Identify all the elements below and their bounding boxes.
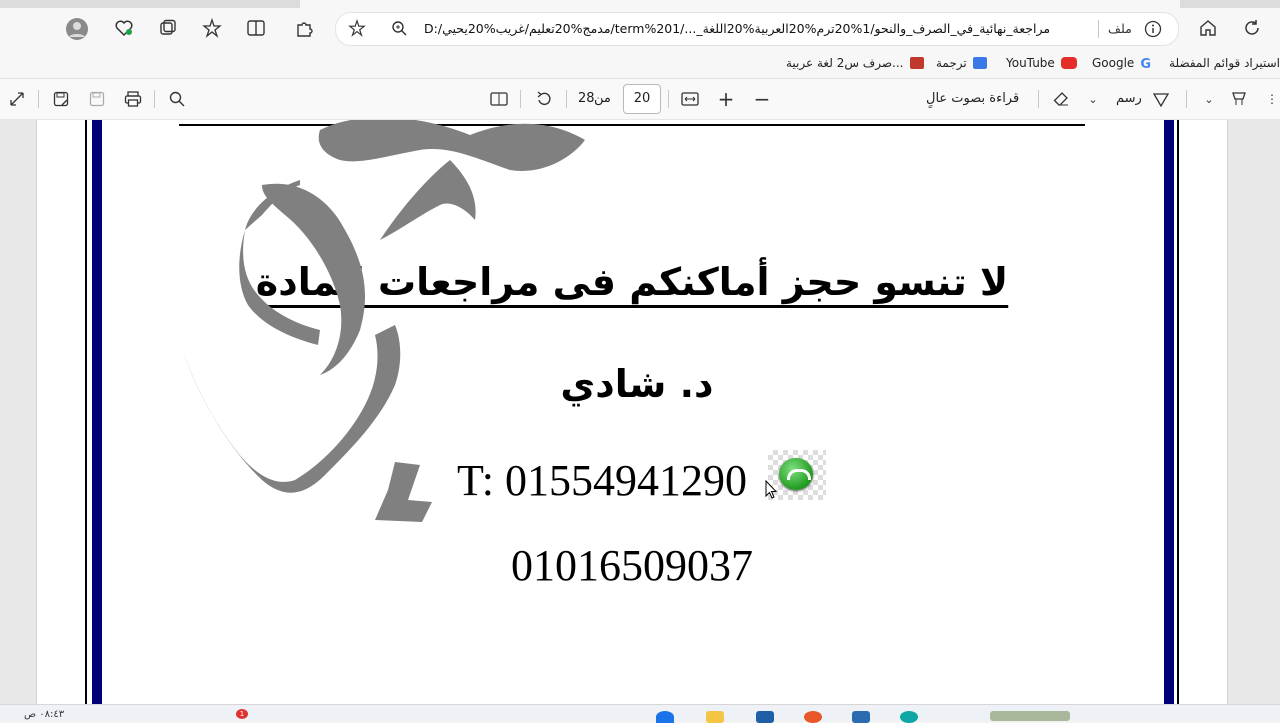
zoom-icon[interactable] [388,17,410,39]
address-bar[interactable]: D:/مدمج%20تعليم/غريب%20يحيي/term%201/...… [335,12,1179,46]
mouse-cursor-icon [765,480,777,499]
pdf-icon [909,57,924,69]
page-border [1177,120,1179,704]
favorite-google[interactable]: Google G [1092,48,1151,78]
divider [1038,90,1039,108]
page-border [85,120,87,704]
page-number-input[interactable]: 20 [623,84,661,114]
page-border [1164,120,1174,704]
save-icon[interactable] [86,88,108,110]
chevron-down-icon[interactable]: ⌄ [1084,88,1102,110]
active-tab[interactable] [300,0,1180,8]
divider [1186,90,1187,108]
translate-icon [972,57,987,69]
pdf-toolbar: 28 من 20 + − قراءة بصوت عالٍ ⌄ رسم ⌄ ⋮ [0,79,1280,120]
browser-essentials-icon[interactable] [112,16,136,40]
file-label: ملف [1108,21,1132,36]
save-as-icon[interactable] [50,88,72,110]
divider [154,90,155,108]
header-rule [179,124,1085,126]
of-label: من [594,91,611,106]
favorite-star-icon[interactable] [346,17,368,39]
favorite-import[interactable]: استيراد قوائم المفضلة [1169,48,1280,78]
search-icon[interactable] [166,88,188,110]
home-icon[interactable] [1196,16,1220,40]
divider [38,90,39,108]
page-border [92,120,102,704]
browser-icon[interactable] [900,711,918,723]
app-icon[interactable] [804,711,822,723]
favorite-label: Google [1092,56,1135,70]
store-icon[interactable] [756,711,774,723]
refresh-icon[interactable] [1240,16,1264,40]
fit-width-icon[interactable] [679,88,701,110]
monitor-icon[interactable] [852,711,870,723]
clock: ٠٨:٤٣ ص [24,709,65,720]
more-icon[interactable]: ⋮ [1264,88,1280,110]
profile-icon[interactable] [64,16,90,42]
phone-number-2: 01016509037 [511,541,753,590]
fullscreen-icon[interactable] [6,88,28,110]
url-text[interactable]: D:/مدمج%20تعليم/غريب%20يحيي/term%201/...… [424,13,1084,45]
eraser-icon[interactable] [1050,88,1072,110]
print-icon[interactable] [122,88,144,110]
draw-button[interactable]: رسم [1116,79,1142,119]
edge-icon[interactable] [656,711,674,723]
favorite-label: ترجمة [936,56,967,70]
info-icon[interactable] [1142,18,1164,40]
youtube-icon [1060,57,1077,69]
draw-icon[interactable] [1150,88,1172,110]
chevron-down-icon[interactable]: ⌄ [1200,88,1218,110]
notification-badge: 1 [236,709,248,719]
divider [520,90,521,108]
highlight-icon[interactable] [1228,88,1250,110]
favorite-label: صرف س2 لغة عربية... [786,56,904,70]
collections-icon[interactable] [156,16,180,40]
tab-strip [0,0,1280,8]
google-icon: G [1140,57,1151,72]
favorite-pdf[interactable]: صرف س2 لغة عربية... [786,48,924,78]
extensions-icon[interactable] [292,16,316,40]
pdf-page: لا تنسو حجز أماكنكم فى مراجعات المادة د.… [36,120,1228,704]
favorites-icon[interactable] [200,16,224,40]
read-aloud-button[interactable]: قراءة بصوت عالٍ [926,79,1019,119]
rotate-icon[interactable] [533,88,555,110]
total-pages: 28 [578,91,595,106]
page-view-icon[interactable] [488,88,510,110]
divider [1098,20,1099,38]
favorite-label: YouTube [1006,56,1055,70]
divider [668,90,669,108]
split-screen-icon[interactable] [244,16,268,40]
page-heading: لا تنسو حجز أماكنكم فى مراجعات المادة [255,260,1009,304]
zoom-in-icon[interactable]: + [715,87,737,111]
favorite-label: استيراد قوائم المفضلة [1169,56,1280,70]
favorite-translate[interactable]: ترجمة [936,48,987,78]
favorites-bar: استيراد قوائم المفضلة Google G YouTube ت… [0,48,1280,79]
pdf-viewer[interactable]: لا تنسو حجز أماكنكم فى مراجعات المادة د.… [0,120,1280,704]
folder-icon[interactable] [706,711,724,723]
address-row: D:/مدمج%20تعليم/غريب%20يحيي/term%201/...… [0,8,1280,48]
phone-number-1: T: 01554941290 [457,456,747,505]
taskbar: ٠٨:٤٣ ص 1 [0,704,1280,723]
divider [566,90,567,108]
favorite-youtube[interactable]: YouTube [1006,48,1077,78]
zoom-out-icon[interactable]: − [751,87,773,111]
doctor-name: د. شادي [560,362,714,406]
